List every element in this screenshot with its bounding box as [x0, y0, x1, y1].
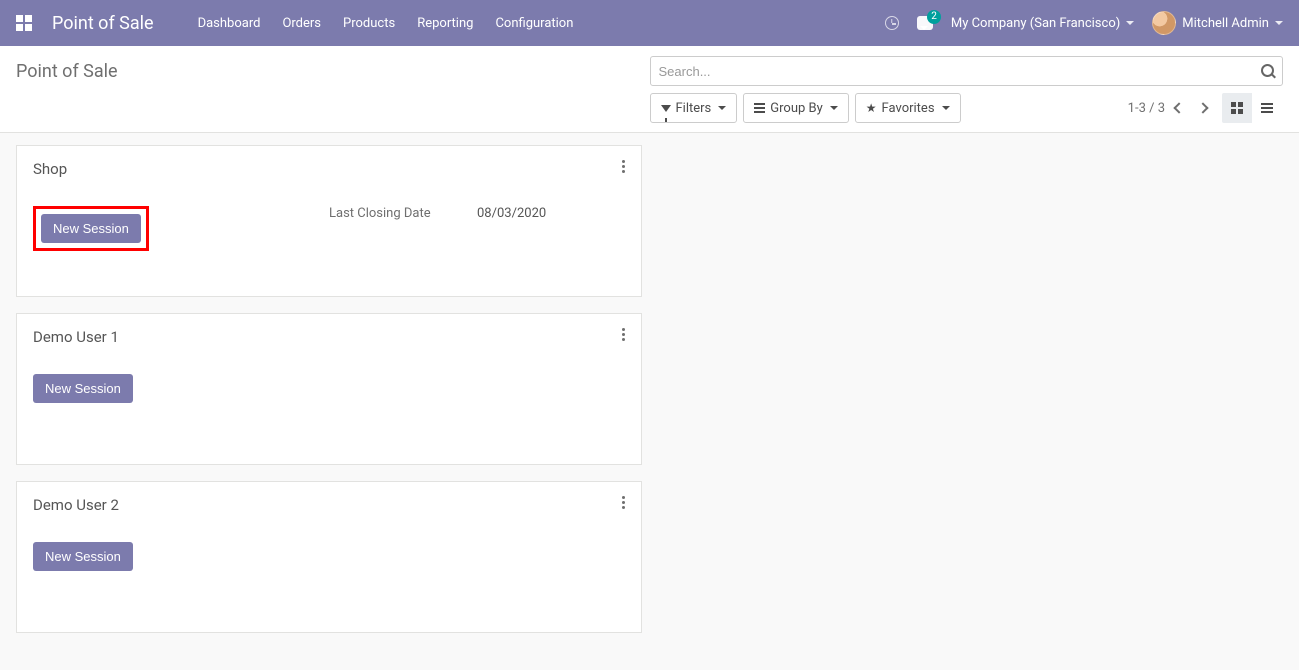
nav-reporting[interactable]: Reporting [417, 16, 473, 31]
nav-links: Dashboard Orders Products Reporting Conf… [198, 16, 574, 31]
user-label: Mitchell Admin [1182, 16, 1269, 31]
avatar [1152, 11, 1176, 35]
favorites-button[interactable]: ★ Favorites [855, 93, 961, 123]
card-menu-icon[interactable] [618, 492, 629, 513]
search-input[interactable] [650, 56, 1284, 86]
filters-label: Filters [676, 101, 712, 116]
control-panel: Point of Sale Filters Group By ★ Favorit… [0, 46, 1299, 133]
navbar: Point of Sale Dashboard Orders Products … [0, 0, 1299, 46]
last-closing-label: Last Closing Date [329, 206, 477, 251]
card-title: Demo User 2 [33, 496, 625, 514]
pager[interactable]: 1-3 / 3 [1128, 101, 1165, 116]
card-menu-icon[interactable] [618, 156, 629, 177]
search-wrap [650, 56, 1284, 86]
view-switch [1221, 92, 1283, 124]
user-menu[interactable]: Mitchell Admin [1152, 11, 1283, 35]
chat-badge: 2 [927, 10, 941, 24]
star-icon: ★ [866, 101, 877, 115]
caret-down-icon [718, 106, 726, 110]
bars-icon [754, 103, 765, 113]
page-title: Point of Sale [16, 61, 650, 82]
card-title: Shop [33, 160, 625, 178]
kanban-icon [1231, 102, 1243, 114]
groupby-label: Group By [770, 101, 823, 116]
pos-card-shop[interactable]: Shop New Session Last Closing Date 08/03… [16, 145, 642, 297]
last-closing-label [329, 374, 477, 403]
list-view-button[interactable] [1252, 93, 1282, 123]
company-switch[interactable]: My Company (San Francisco) [951, 16, 1134, 31]
pager-prev-icon[interactable] [1173, 102, 1184, 113]
nav-orders[interactable]: Orders [282, 16, 321, 31]
company-label: My Company (San Francisco) [951, 16, 1120, 31]
nav-products[interactable]: Products [343, 16, 395, 31]
activity-icon[interactable] [885, 16, 899, 30]
card-title: Demo User 1 [33, 328, 625, 346]
filters-button[interactable]: Filters [650, 93, 738, 123]
last-closing-label [329, 542, 477, 571]
card-menu-icon[interactable] [618, 324, 629, 345]
nav-dashboard[interactable]: Dashboard [198, 16, 261, 31]
nav-right: 2 My Company (San Francisco) Mitchell Ad… [885, 11, 1283, 35]
last-closing-value [477, 542, 625, 571]
last-closing-value [477, 374, 625, 403]
caret-down-icon [1275, 21, 1283, 25]
caret-down-icon [1126, 21, 1134, 25]
nav-configuration[interactable]: Configuration [495, 16, 573, 31]
groupby-button[interactable]: Group By [743, 93, 849, 123]
messaging-icon[interactable]: 2 [917, 16, 933, 30]
kanban-view-button[interactable] [1222, 93, 1252, 123]
caret-down-icon [942, 106, 950, 110]
highlight-box: New Session [33, 206, 149, 251]
pos-card-demo2[interactable]: Demo User 2 New Session [16, 481, 642, 633]
list-icon [1261, 103, 1273, 113]
kanban-area: Shop New Session Last Closing Date 08/03… [0, 133, 1299, 645]
favorites-label: Favorites [882, 101, 935, 116]
pos-card-demo1[interactable]: Demo User 1 New Session [16, 313, 642, 465]
filter-icon [661, 105, 671, 112]
new-session-button[interactable]: New Session [33, 542, 133, 571]
apps-icon[interactable] [16, 15, 32, 31]
pager-next-icon[interactable] [1197, 102, 1208, 113]
new-session-button[interactable]: New Session [33, 374, 133, 403]
search-icon[interactable] [1261, 64, 1275, 78]
caret-down-icon [830, 106, 838, 110]
brand[interactable]: Point of Sale [52, 13, 154, 34]
new-session-button[interactable]: New Session [41, 214, 141, 243]
last-closing-value: 08/03/2020 [477, 206, 625, 251]
